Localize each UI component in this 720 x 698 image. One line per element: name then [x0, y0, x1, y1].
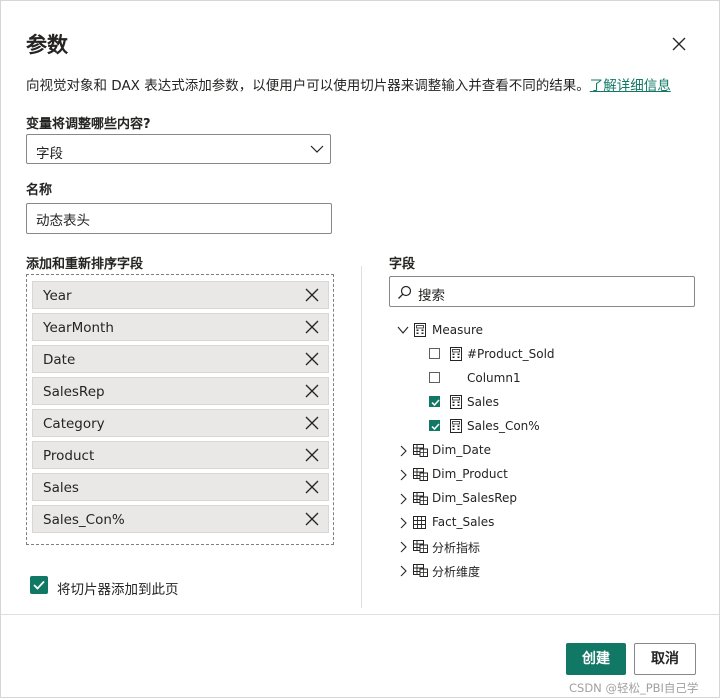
field-search-input[interactable]: 搜索 [389, 276, 695, 307]
well-item-date[interactable]: Date [32, 345, 329, 373]
chevron-right-icon[interactable] [399, 493, 407, 505]
measure-item-sales[interactable]: Sales [429, 393, 629, 413]
measure-checkbox[interactable] [429, 396, 440, 407]
checkmark-icon [431, 423, 440, 431]
tree-node-dim-product[interactable]: Dim_Product [397, 465, 597, 485]
chevron-down-icon[interactable] [397, 325, 409, 335]
table-icon [413, 540, 428, 553]
name-input[interactable] [26, 203, 332, 234]
grid-icon [413, 516, 426, 529]
well-item-label: Category [43, 416, 105, 432]
wells-label: 添加和重新排序字段 [26, 257, 144, 272]
table-icon [413, 492, 428, 505]
well-item-yearmonth[interactable]: YearMonth [32, 313, 329, 341]
column-divider [361, 266, 362, 608]
measure-checkbox[interactable] [429, 348, 440, 359]
remove-icon[interactable] [305, 448, 319, 462]
chevron-right-icon[interactable] [399, 445, 407, 457]
checkmark-icon [431, 399, 440, 407]
table-icon [413, 468, 428, 481]
field-wells: Year YearMonth Date SalesRep Category Pr… [26, 274, 334, 545]
tree-node-label: Measure [432, 323, 483, 337]
tree-node-label: Dim_Date [432, 443, 491, 457]
well-item-label: YearMonth [43, 320, 114, 336]
variable-select-value: 字段 [36, 146, 63, 162]
search-icon [398, 285, 412, 299]
measure-item-label: #Product_Sold [467, 347, 555, 361]
dialog-title: 参数 [26, 33, 68, 57]
well-item-category[interactable]: Category [32, 409, 329, 437]
measure-item-label: Sales_Con% [467, 419, 540, 433]
remove-icon[interactable] [305, 320, 319, 334]
dialog-description: 向视觉对象和 DAX 表达式添加参数，以便用户可以使用切片器来调整输入并查看不同… [26, 74, 671, 94]
chevron-right-icon[interactable] [399, 565, 407, 577]
add-slicer-checkbox[interactable] [30, 576, 48, 594]
well-item-label: Date [43, 352, 76, 368]
close-button[interactable] [669, 34, 689, 54]
remove-icon[interactable] [305, 480, 319, 494]
watermark-text: CSDN @轻松_PBI自己学 [569, 681, 699, 695]
checkmark-icon [33, 580, 45, 590]
measure-item-sales-con[interactable]: Sales_Con% [429, 417, 629, 437]
well-item-sales[interactable]: Sales [32, 473, 329, 501]
tree-node-analysis-metrics[interactable]: 分析指标 [397, 537, 597, 557]
tree-node-label: Dim_SalesRep [432, 491, 518, 505]
tree-node-label: Dim_Product [432, 467, 508, 481]
well-item-year[interactable]: Year [32, 281, 329, 309]
description-text: 向视觉对象和 DAX 表达式添加参数，以便用户可以使用切片器来调整输入并查看不同… [26, 78, 590, 94]
tree-node-analysis-dimensions[interactable]: 分析维度 [397, 561, 597, 581]
well-item-label: Sales_Con% [43, 512, 125, 528]
well-item-salesrep[interactable]: SalesRep [32, 377, 329, 405]
remove-icon[interactable] [305, 288, 319, 302]
calculator-icon [450, 395, 462, 409]
chevron-right-icon[interactable] [399, 517, 407, 529]
table-icon [413, 564, 428, 577]
cancel-button[interactable]: 取消 [634, 643, 696, 675]
tree-node-label: 分析指标 [432, 541, 481, 555]
well-item-label: Year [43, 288, 72, 304]
measure-checkbox[interactable] [429, 372, 440, 383]
parameter-dialog: 参数 向视觉对象和 DAX 表达式添加参数，以便用户可以使用切片器来调整输入并查… [0, 0, 720, 698]
variable-label: 变量将调整哪些内容? [26, 117, 151, 132]
tree-node-measure[interactable]: Measure [397, 321, 597, 341]
measure-checkbox[interactable] [429, 420, 440, 431]
fields-label: 字段 [389, 257, 416, 272]
measure-item-product-sold[interactable]: #Product_Sold [429, 345, 629, 365]
close-icon [672, 37, 686, 51]
remove-icon[interactable] [305, 352, 319, 366]
measure-item-label: Sales [467, 395, 499, 409]
well-item-product[interactable]: Product [32, 441, 329, 469]
calculator-icon [450, 347, 462, 361]
chevron-right-icon[interactable] [399, 469, 407, 481]
remove-icon[interactable] [305, 416, 319, 430]
remove-icon[interactable] [305, 384, 319, 398]
well-item-label: Sales [43, 480, 79, 496]
tree-node-dim-date[interactable]: Dim_Date [397, 441, 597, 461]
measure-item-label: Column1 [467, 371, 521, 385]
create-button[interactable]: 创建 [566, 643, 626, 675]
remove-icon[interactable] [305, 512, 319, 526]
tree-node-dim-salesrep[interactable]: Dim_SalesRep [397, 489, 597, 509]
tree-node-label: 分析维度 [432, 565, 481, 579]
learn-more-link[interactable]: 了解详细信息 [590, 78, 671, 94]
tree-node-label: Fact_Sales [432, 515, 495, 529]
tree-node-fact-sales[interactable]: Fact_Sales [397, 513, 597, 533]
footer-divider [1, 614, 719, 615]
chevron-down-icon [310, 145, 324, 153]
well-item-sales-con[interactable]: Sales_Con% [32, 505, 329, 533]
name-label: 名称 [26, 183, 53, 198]
calculator-icon [414, 323, 426, 337]
chevron-right-icon[interactable] [399, 541, 407, 553]
table-icon [413, 444, 428, 457]
calculator-icon [450, 419, 462, 433]
well-item-label: SalesRep [43, 384, 105, 400]
measure-item-column1[interactable]: Column1 [429, 369, 629, 389]
well-item-label: Product [43, 448, 95, 464]
variable-select[interactable]: 字段 [26, 134, 331, 164]
add-slicer-label: 将切片器添加到此页 [57, 582, 179, 598]
search-placeholder: 搜索 [418, 288, 445, 304]
